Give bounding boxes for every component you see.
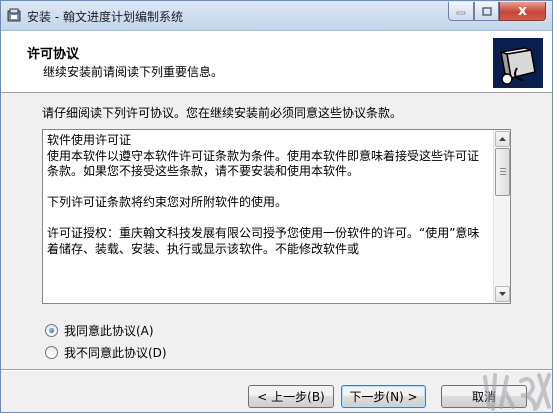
grip-line [500, 171, 506, 172]
license-paragraph: 软件使用许可证 使用本软件以遵守本软件许可证条款为条件。使用本软件即意味着接受这… [47, 133, 480, 178]
next-button[interactable]: 下一步(N) > [341, 385, 426, 408]
accept-label: 我同意此协议(A) [64, 324, 154, 338]
decline-option[interactable]: 我不同意此协议(D) [45, 344, 167, 361]
minimize-icon [456, 11, 466, 15]
grip-line [500, 174, 506, 175]
title-bar[interactable]: 安装 - 翰文进度计划编制系统 x [1, 1, 552, 31]
maximize-icon [481, 6, 492, 16]
scroll-thumb[interactable] [495, 148, 510, 196]
installer-app-icon [7, 8, 21, 22]
page-subtitle: 继续安装前请阅读下列重要信息。 [43, 65, 224, 79]
license-text-area[interactable]: 软件使用许可证 使用本软件以遵守本软件许可证条款为条件。使用本软件即意味着接受这… [42, 129, 511, 304]
accept-option[interactable]: 我同意此协议(A) [45, 322, 154, 339]
scroll-down-button[interactable] [495, 286, 510, 302]
decline-label: 我不同意此协议(D) [64, 346, 167, 360]
decline-radio[interactable] [45, 346, 58, 359]
button-divider [1, 369, 552, 371]
license-instruction: 请仔细阅读下列许可协议。您在继续安装前必须同意这些协议条款。 [42, 106, 403, 120]
arrow-down-icon [499, 292, 506, 296]
license-text: 软件使用许可证 使用本软件以遵守本软件许可证条款为条件。使用本软件即意味着接受这… [47, 133, 489, 257]
back-button[interactable]: < 上一步(B) [248, 385, 334, 408]
license-paragraph: 下列许可证条款将约束您对所附软件的使用。 [47, 195, 288, 209]
scroll-up-button[interactable] [495, 131, 510, 147]
page-title: 许可协议 [27, 47, 80, 62]
accept-radio[interactable] [45, 324, 58, 337]
maximize-button[interactable] [474, 2, 499, 21]
installer-box-icon [493, 38, 543, 88]
license-paragraph: 许可证授权：重庆翰文科技发展有限公司授予您使用一份软件的许可。“使用”意味着储存… [47, 226, 480, 256]
grip-line [500, 168, 506, 169]
close-button[interactable]: x [499, 2, 546, 21]
minimize-button[interactable] [448, 2, 474, 21]
arrow-up-icon [499, 137, 506, 141]
site-logo-watermark [483, 373, 551, 411]
page-header: 许可协议 继续安装前请阅读下列重要信息。 [1, 31, 552, 93]
license-scrollbar[interactable] [493, 130, 510, 303]
close-icon: x [517, 3, 528, 19]
window-title: 安装 - 翰文进度计划编制系统 [27, 10, 183, 24]
installer-window: 安装 - 翰文进度计划编制系统 x 许可协议 继续安装前请阅读下列重要信息。 请… [0, 0, 553, 413]
